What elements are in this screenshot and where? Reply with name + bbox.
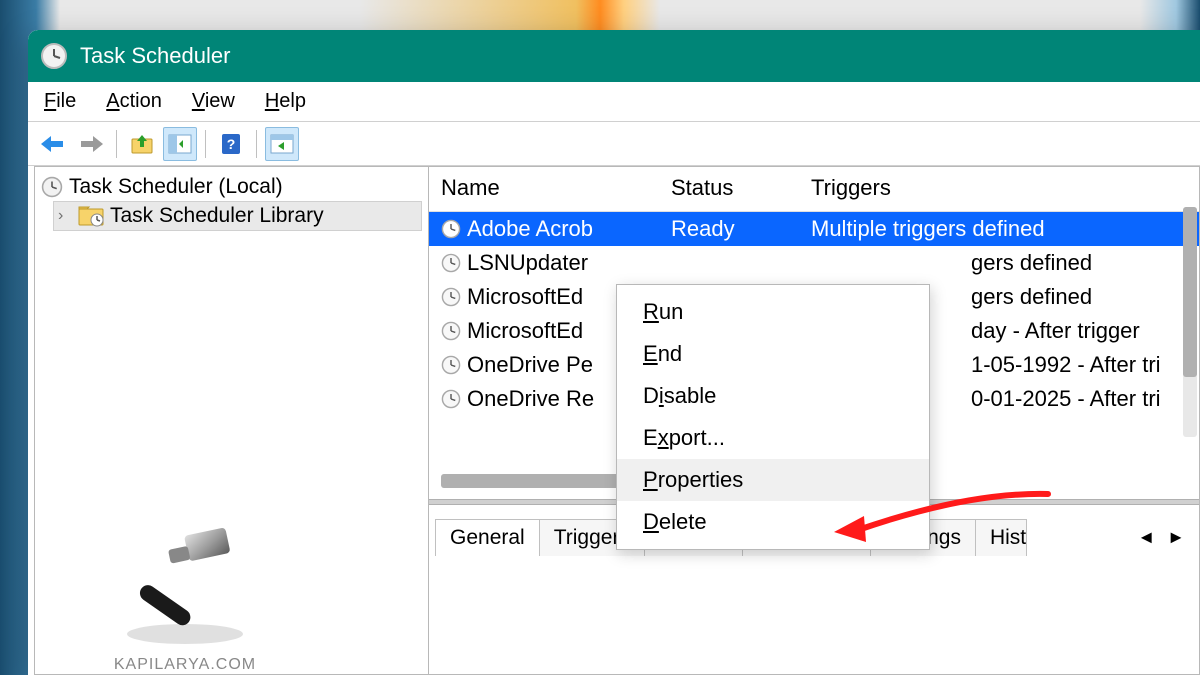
task-name: MicrosoftEd [467,318,583,344]
col-status[interactable]: Status [671,175,811,201]
tab-history[interactable]: Hist [975,519,1027,556]
menubar: File Action View Help [28,82,1200,122]
clock-icon [441,253,461,273]
task-triggers: Multiple triggers defined [811,216,1187,242]
clock-icon [41,176,63,198]
clock-icon [40,42,80,70]
context-export[interactable]: Export... [617,417,929,459]
up-folder-button[interactable] [125,127,159,161]
task-name: OneDrive Pe [467,352,593,378]
menu-view[interactable]: View [192,90,235,113]
toolbar: ? [28,122,1200,166]
menu-file[interactable]: File [44,90,76,113]
tree-root[interactable]: Task Scheduler (Local) [41,173,422,201]
menu-action[interactable]: Action [106,90,162,113]
context-end[interactable]: End [617,333,929,375]
task-row[interactable]: LSNUpdater gers defined [429,246,1199,280]
forward-button[interactable] [74,127,108,161]
col-name[interactable]: Name [441,175,671,201]
context-properties[interactable]: Properties [617,459,929,501]
task-name: LSNUpdater [467,250,588,276]
context-delete[interactable]: Delete [617,501,929,543]
tree-pane: Task Scheduler (Local) › Task Scheduler … [34,166,429,675]
properties-toolbar-button[interactable] [265,127,299,161]
clock-icon [441,321,461,341]
task-name: OneDrive Re [467,386,594,412]
help-button[interactable]: ? [214,127,248,161]
tree-library-label: Task Scheduler Library [110,204,324,228]
task-name: MicrosoftEd [467,284,583,310]
col-triggers[interactable]: Triggers [811,175,1187,201]
folder-clock-icon [78,205,104,227]
clock-icon [441,219,461,239]
context-disable[interactable]: Disable [617,375,929,417]
watermark: KAPILARYA.COM [65,506,305,674]
task-scheduler-window: Task Scheduler File Action View Help [28,30,1200,675]
tab-scroll-left-icon[interactable]: ◄ [1137,527,1155,548]
window-title: Task Scheduler [80,43,230,69]
chevron-right-icon[interactable]: › [58,207,72,225]
tree-root-label: Task Scheduler (Local) [69,175,283,199]
menu-help[interactable]: Help [265,90,306,113]
svg-text:?: ? [227,136,236,152]
context-menu: Run End Disable Export... Properties Del… [616,284,930,550]
watermark-text: KAPILARYA.COM [65,656,305,674]
vertical-scrollbar[interactable] [1183,207,1197,437]
tab-scroll-right-icon[interactable]: ► [1167,527,1185,548]
show-hide-tree-button[interactable] [163,127,197,161]
task-status: Ready [671,216,811,242]
clock-icon [441,389,461,409]
hammer-icon [110,506,260,646]
task-list-header[interactable]: Name Status Triggers [429,167,1199,212]
titlebar[interactable]: Task Scheduler [28,30,1200,82]
task-name: Adobe Acrob [467,216,593,242]
task-triggers: gers defined [811,250,1187,276]
clock-icon [441,355,461,375]
tab-general[interactable]: General [435,519,540,556]
task-row[interactable]: Adobe Acrob Ready Multiple triggers defi… [429,212,1199,246]
back-button[interactable] [36,127,70,161]
tree-library[interactable]: › Task Scheduler Library [53,201,422,231]
context-run[interactable]: Run [617,291,929,333]
clock-icon [441,287,461,307]
